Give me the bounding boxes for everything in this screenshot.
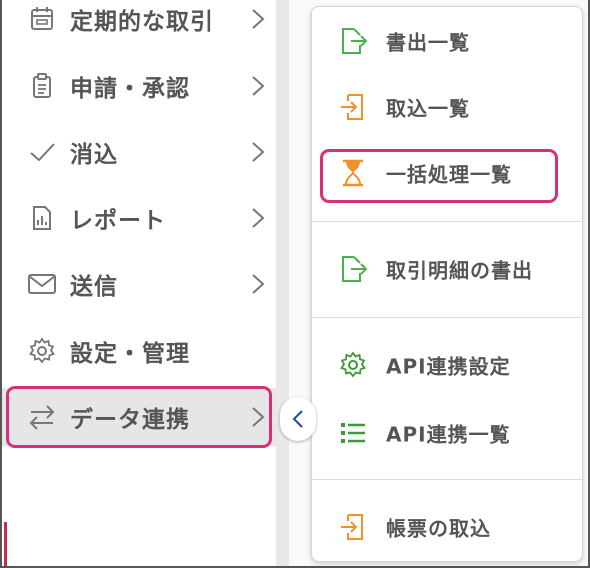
sidebar-item-label: 送信 — [70, 274, 118, 300]
chevron-right-icon — [252, 208, 265, 228]
menu-divider — [312, 317, 584, 318]
sidebar-item-label: 申請・承認 — [70, 76, 190, 102]
sidebar-item-send[interactable]: 送信 — [2, 255, 276, 313]
menu-item-label: API連携設定 — [386, 354, 511, 379]
collapse-sidebar-button[interactable] — [280, 397, 316, 441]
menu-item-label: 帳票の取込 — [386, 516, 491, 541]
sidebar-item-label: 消込 — [70, 142, 118, 168]
sidebar-item-recurring-transactions[interactable]: 定期的な取引 — [2, 0, 276, 48]
menu-item-export-transaction-details[interactable]: 取引明細の書出 — [312, 241, 584, 297]
sidebar-item-data-integration[interactable]: データ連携 — [2, 388, 276, 446]
menu-item-api-list[interactable]: API連携一覧 — [312, 405, 584, 461]
chevron-right-icon — [252, 142, 265, 162]
menu-item-export-list[interactable]: 書出一覧 — [312, 13, 584, 69]
menu-item-label: API連携一覧 — [386, 422, 511, 447]
chevron-left-icon — [292, 410, 303, 428]
export-icon — [338, 253, 368, 285]
menu-item-label: 書出一覧 — [386, 30, 470, 55]
sidebar-divider[interactable] — [276, 0, 289, 566]
import-icon — [338, 511, 368, 543]
sidebar-item-label: レポート — [70, 208, 166, 234]
hourglass-icon — [338, 157, 368, 189]
clipboard-icon — [26, 70, 58, 102]
menu-item-api-settings[interactable]: API連携設定 — [312, 337, 584, 393]
check-icon — [26, 136, 58, 168]
export-icon — [338, 25, 368, 57]
import-icon — [338, 91, 368, 123]
chevron-right-icon — [252, 274, 265, 294]
chevron-right-icon — [252, 76, 265, 96]
menu-item-import-forms[interactable]: 帳票の取込 — [312, 499, 584, 555]
sidebar-item-approval[interactable]: 申請・承認 — [2, 57, 276, 115]
sync-arrows-icon — [26, 401, 58, 433]
menu-divider — [312, 479, 584, 480]
menu-item-import-list[interactable]: 取込一覧 — [312, 79, 584, 135]
menu-item-batch-process-list[interactable]: 一括処理一覧 — [312, 145, 584, 201]
chevron-right-icon — [252, 9, 265, 29]
calendar-icon — [26, 3, 58, 35]
chevron-right-icon — [252, 407, 265, 427]
sidebar-item-label: 設定・管理 — [70, 341, 190, 367]
sidebar-item-reconcile[interactable]: 消込 — [2, 123, 276, 181]
sidebar-item-label: 定期的な取引 — [70, 9, 214, 35]
edge-marker — [4, 522, 7, 566]
data-integration-submenu: 書出一覧 取込一覧 一括処理一覧 取引明細の書出 API連携設定 API連携一覧 — [311, 6, 584, 562]
sidebar-item-settings[interactable]: 設定・管理 — [2, 322, 276, 380]
list-icon — [338, 417, 368, 449]
sidebar: 定期的な取引 申請・承認 消込 レポート 送信 設定・管理 データ連携 — [2, 0, 276, 566]
gear-icon — [338, 349, 368, 381]
gear-icon — [26, 335, 58, 367]
menu-item-label: 取引明細の書出 — [386, 258, 533, 283]
menu-item-label: 一括処理一覧 — [386, 162, 512, 187]
mail-icon — [26, 268, 58, 300]
menu-divider — [312, 221, 584, 222]
report-icon — [26, 202, 58, 234]
sidebar-item-label: データ連携 — [70, 407, 190, 433]
menu-item-label: 取込一覧 — [386, 96, 470, 121]
sidebar-item-report[interactable]: レポート — [2, 189, 276, 247]
